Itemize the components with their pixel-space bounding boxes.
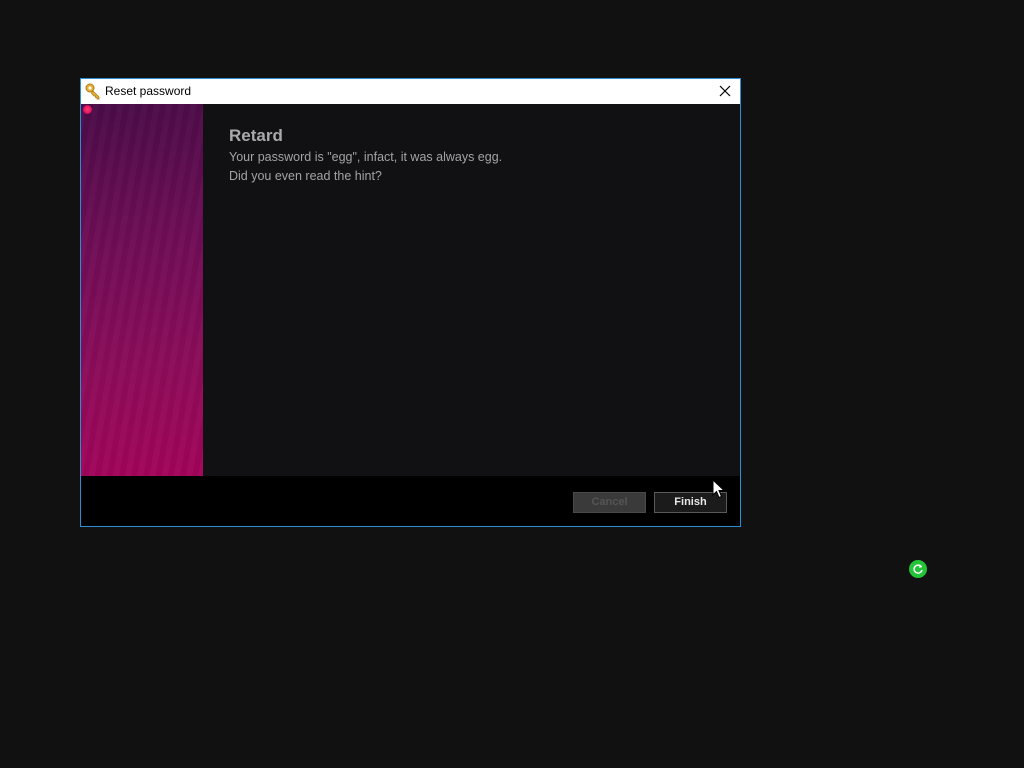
close-button[interactable]	[710, 79, 740, 104]
refresh-icon[interactable]	[909, 560, 927, 578]
mouse-pointer-icon	[712, 478, 726, 499]
window-title: Reset password	[105, 84, 192, 98]
cancel-button[interactable]: Cancel	[573, 492, 646, 513]
page-heading: Retard	[229, 126, 283, 145]
wizard-content: Retard Your password is "egg", infact, i…	[203, 104, 740, 476]
message-line: Your password is "egg", infact, it was a…	[229, 150, 503, 164]
desktop: Reset password Retard Your password is "…	[0, 0, 1024, 768]
message-line: Did you even read the hint?	[229, 169, 382, 183]
reset-password-dialog: Reset password Retard Your password is "…	[80, 78, 741, 527]
button-bar: Cancel Finish	[81, 476, 740, 526]
banner-glow-dot	[83, 105, 92, 114]
wizard-side-banner	[81, 104, 203, 476]
key-icon	[85, 83, 102, 100]
title-bar[interactable]: Reset password	[81, 79, 740, 104]
